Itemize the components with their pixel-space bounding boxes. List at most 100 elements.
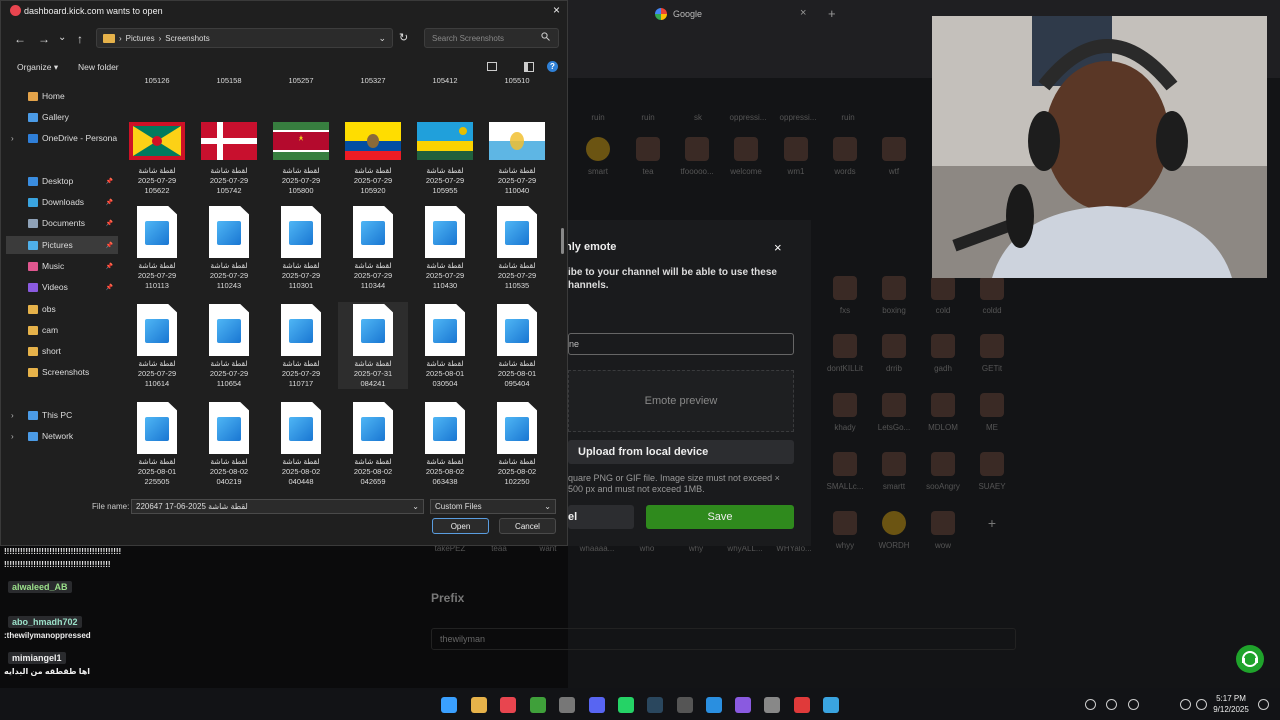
nav-item-network[interactable]: › Network xyxy=(6,427,118,445)
address-bar[interactable]: › Pictures › Screenshots ⌄ xyxy=(96,28,393,48)
obs-icon[interactable] xyxy=(677,697,693,713)
back-button[interactable]: ← xyxy=(14,32,26,46)
filetype-select[interactable]: Custom Files ⌄ xyxy=(430,499,556,514)
file-item[interactable]: 2025-07-29105327 xyxy=(338,78,408,86)
file-item[interactable]: لقطة شاشة 2025-07-29 110243 xyxy=(194,204,264,291)
file-item[interactable]: لقطة شاشة 2025-07-29 110430 xyxy=(410,204,480,291)
file-item[interactable]: لقطة شاشة 2025-08-02 102250 xyxy=(482,400,552,487)
filename-input[interactable]: لقطة شاشة 2025-06-17 220647 ⌄ xyxy=(131,499,424,514)
chevron-right-icon[interactable]: › xyxy=(11,411,14,420)
file-item[interactable]: لقطة شاشة 2025-07-29 105622 xyxy=(122,120,192,196)
nav-item-gallery[interactable]: Gallery xyxy=(6,108,118,126)
nav-item-this-pc[interactable]: › This PC xyxy=(6,406,118,424)
arrow-app-icon[interactable] xyxy=(735,697,751,713)
tab-close-button[interactable]: × xyxy=(800,7,806,19)
chevron-down-icon[interactable]: ⌄ xyxy=(378,33,386,44)
nav-item-videos[interactable]: Videos 📌 xyxy=(6,278,118,296)
modal-close-icon[interactable]: × xyxy=(774,240,782,255)
nav-item-downloads[interactable]: Downloads 📌 xyxy=(6,193,118,211)
file-item[interactable]: لقطة شاشة 2025-07-29 110344 xyxy=(338,204,408,291)
cancel-button[interactable]: Cancel xyxy=(499,518,556,534)
notifications-icon[interactable] xyxy=(1258,699,1269,710)
dialog-close-icon[interactable]: × xyxy=(553,3,560,17)
steam-icon[interactable] xyxy=(647,697,663,713)
help-icon[interactable]: ? xyxy=(547,61,558,72)
nav-item-pictures[interactable]: Pictures 📌 xyxy=(6,236,118,254)
steam-like-icon[interactable] xyxy=(559,697,575,713)
file-item[interactable]: لقطة شاشة 2025-07-29 110040 xyxy=(482,120,552,196)
recent-locations-button[interactable]: ⌄ xyxy=(58,32,66,43)
chat-username[interactable]: mimiangel1 xyxy=(8,652,66,664)
preview-pane-icon[interactable] xyxy=(524,62,534,72)
breadcrumb-screenshots[interactable]: Screenshots xyxy=(165,34,209,43)
brave-icon[interactable] xyxy=(500,697,516,713)
nav-item-home[interactable]: Home xyxy=(6,87,118,105)
file-item[interactable]: لقطة شاشة 2025-07-29 110535 xyxy=(482,204,552,291)
file-item[interactable]: لقطة شاشة 2025-08-02 040448 xyxy=(266,400,336,487)
chevron-right-icon[interactable]: › xyxy=(11,134,14,143)
windows-start-icon[interactable] xyxy=(441,697,457,713)
chat-username[interactable]: alwaleed_AB xyxy=(8,581,72,593)
emote-name-input[interactable]: ne xyxy=(568,333,794,355)
scrollbar[interactable] xyxy=(561,228,564,254)
view-mode-icon[interactable] xyxy=(487,62,497,71)
file-item[interactable]: لقطة شاشة 2025-07-31 084241 xyxy=(338,302,408,389)
nav-item-obs[interactable]: obs xyxy=(6,300,118,318)
file-item[interactable]: 2025-07-29105257 xyxy=(266,78,336,86)
file-item[interactable]: لقطة شاشة 2025-07-29 105800 xyxy=(266,120,336,196)
nav-item-cam[interactable]: cam xyxy=(6,321,118,339)
microphone-icon[interactable] xyxy=(1128,699,1139,710)
chevron-right-icon[interactable]: › xyxy=(11,432,14,441)
new-tab-button[interactable]: + xyxy=(828,6,836,21)
file-item[interactable]: لقطة شاشة 2025-07-29 105920 xyxy=(338,120,408,196)
wifi-icon[interactable] xyxy=(1180,699,1191,710)
tray-chevron-icon[interactable] xyxy=(1085,699,1096,710)
file-item[interactable]: لقطة شاشة 2025-08-02 040219 xyxy=(194,400,264,487)
search-icon[interactable] xyxy=(541,32,550,41)
emote-item[interactable]: wtf xyxy=(864,137,924,176)
emote-item[interactable]: ME xyxy=(962,393,1022,432)
new-folder-button[interactable]: New folder xyxy=(78,62,119,72)
file-item[interactable]: 2025-07-29105158 xyxy=(194,78,264,86)
emote-item[interactable]: SUAEY xyxy=(962,452,1022,491)
refresh-button[interactable]: ↻ xyxy=(399,31,408,44)
file-item[interactable]: لقطة شاشة 2025-07-29 110717 xyxy=(266,302,336,389)
emote-item[interactable]: GETit xyxy=(962,334,1022,373)
nav-item-documents[interactable]: Documents 📌 xyxy=(6,214,118,232)
modal-cancel-button[interactable]: el xyxy=(568,505,634,529)
file-item[interactable]: لقطة شاشة 2025-07-29 110654 xyxy=(194,302,264,389)
prefix-input[interactable]: thewilyman xyxy=(431,628,1016,650)
add-emote-button[interactable]: + xyxy=(962,511,1022,531)
taskbar-clock[interactable]: 5:17 PM 9/12/2025 xyxy=(1206,693,1256,715)
nav-item-onedrive-persona[interactable]: › OneDrive - Persona xyxy=(6,129,118,147)
file-item[interactable]: لقطة شاشة 2025-08-02 063438 xyxy=(410,400,480,487)
volume-icon[interactable] xyxy=(1106,699,1117,710)
file-item[interactable]: لقطة شاشة 2025-07-29 110301 xyxy=(266,204,336,291)
up-button[interactable]: ↑ xyxy=(77,32,83,46)
file-item[interactable]: لقطة شاشة 2025-07-29 105742 xyxy=(194,120,264,196)
file-item[interactable]: لقطة شاشة 2025-08-01 225505 xyxy=(122,400,192,487)
breadcrumb-pictures[interactable]: Pictures xyxy=(126,34,155,43)
file-item[interactable]: لقطة شاشة 2025-08-02 042659 xyxy=(338,400,408,487)
file-item[interactable]: لقطة شاشة 2025-07-29 110113 xyxy=(122,204,192,291)
modal-save-button[interactable]: Save xyxy=(646,505,794,529)
file-item[interactable]: 2025-07-29105126 xyxy=(122,78,192,86)
file-item[interactable]: لقطة شاشة 2025-07-29 105955 xyxy=(410,120,480,196)
file-item[interactable]: لقطة شاشة 2025-08-01 095404 xyxy=(482,302,552,389)
nav-item-short[interactable]: short xyxy=(6,342,118,360)
support-chat-button[interactable] xyxy=(1236,645,1264,673)
capcut-icon[interactable] xyxy=(764,697,780,713)
search-input[interactable]: Search Screenshots xyxy=(424,28,559,48)
emote-item[interactable]: coldd xyxy=(962,276,1022,315)
nav-item-screenshots[interactable]: Screenshots xyxy=(6,363,118,381)
browser-tab[interactable]: Google xyxy=(655,4,820,24)
xbox-icon[interactable] xyxy=(530,697,546,713)
adobe-icon[interactable] xyxy=(794,697,810,713)
file-explorer-icon[interactable] xyxy=(471,697,487,713)
whatsapp-icon[interactable] xyxy=(618,697,634,713)
chevron-down-icon[interactable]: ⌄ xyxy=(412,502,419,511)
file-item[interactable]: لقطة شاشة 2025-08-01 030504 xyxy=(410,302,480,389)
discord-icon[interactable] xyxy=(589,697,605,713)
upload-button[interactable]: Upload from local device xyxy=(568,440,794,464)
forward-button[interactable]: → xyxy=(38,32,50,46)
